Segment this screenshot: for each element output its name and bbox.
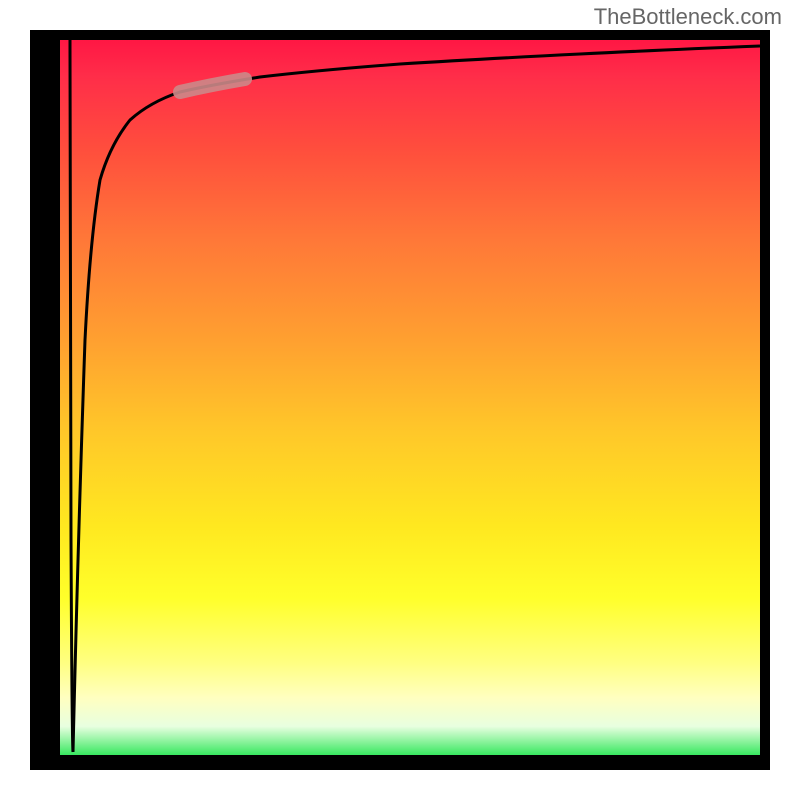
chart-outer-frame: [30, 30, 770, 770]
chart-plot-area: [60, 40, 760, 755]
chart-highlight-segment: [180, 79, 245, 92]
chart-curve-ascending: [73, 46, 760, 752]
chart-curve-descending: [70, 40, 73, 752]
watermark-text: TheBottleneck.com: [594, 4, 782, 30]
chart-curve-svg: [60, 40, 760, 755]
